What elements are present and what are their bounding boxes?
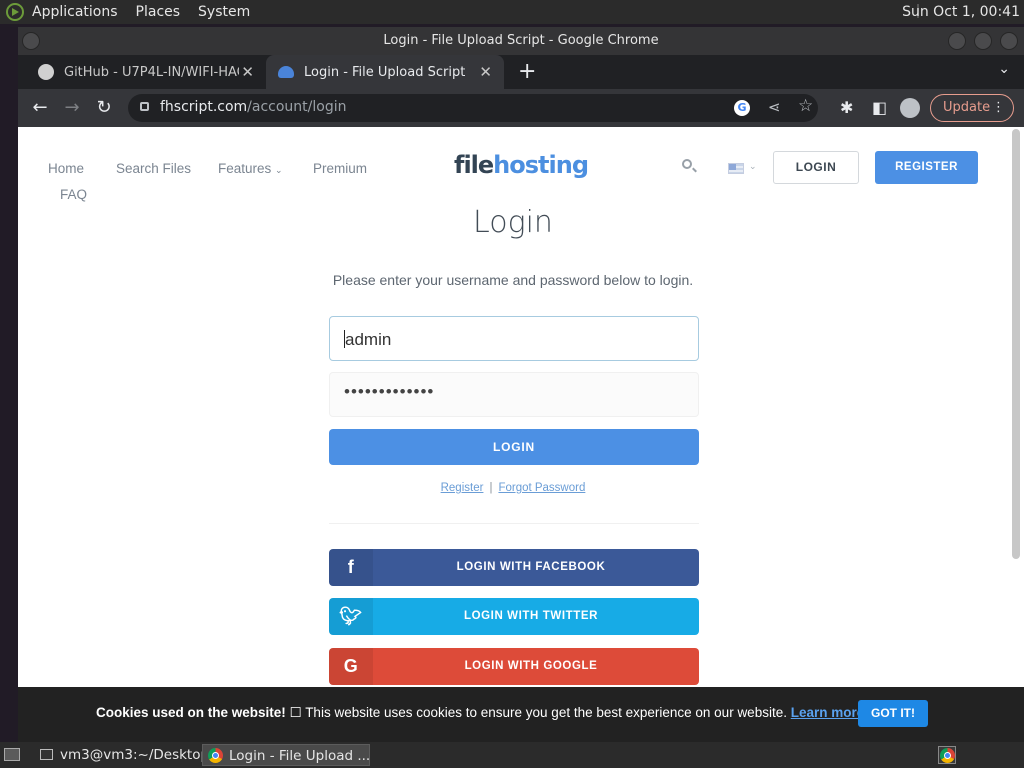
side-panel-icon[interactable]: ◧ [872, 98, 887, 117]
cookie-message: Cookies used on the website! ☐ This webs… [96, 705, 865, 720]
profile-avatar-icon[interactable] [900, 98, 920, 118]
twitter-bird-icon: 🐦︎ [329, 598, 373, 635]
menu-applications[interactable]: Applications [32, 4, 118, 20]
us-flag-icon[interactable] [728, 163, 744, 174]
tab-title: GitHub - U7P4L-IN/WIFI-HAC [64, 64, 239, 80]
extensions-puzzle-icon[interactable]: ✱ [840, 98, 853, 117]
tab-search-chevron-icon[interactable]: ⌄ [998, 61, 1010, 77]
close-window-button[interactable] [1000, 32, 1018, 50]
google-lens-icon[interactable]: G [734, 100, 750, 116]
nav-search-files[interactable]: Search Files [116, 161, 191, 176]
chrome-icon [208, 748, 223, 763]
close-tab-icon[interactable]: ✕ [241, 63, 254, 81]
chevron-down-icon: ⌄ [275, 165, 283, 175]
nav-features[interactable]: Features ⌄ [218, 161, 283, 176]
page-scrollbar[interactable] [1012, 129, 1020, 559]
cloud-icon [278, 66, 294, 78]
distro-logo-icon[interactable] [6, 3, 24, 21]
auth-links: Register | Forgot Password [440, 482, 586, 494]
tab-strip: GitHub - U7P4L-IN/WIFI-HAC ✕ Login - Fil… [18, 55, 1024, 89]
forward-arrow-icon[interactable]: → [60, 96, 84, 120]
google-icon: G [329, 648, 373, 685]
chrome-icon [940, 748, 955, 763]
tab-title: Login - File Upload Script [304, 64, 466, 80]
tab-login[interactable]: Login - File Upload Script ✕ [266, 55, 504, 89]
bookmark-star-icon[interactable]: ☆ [798, 96, 813, 116]
login-facebook-button[interactable]: f LOGIN WITH FACEBOOK [329, 549, 699, 586]
clock[interactable]: Sun Oct 1, 00:41 [902, 4, 1020, 20]
web-page: Home Search Files Features ⌄ Premium FAQ… [18, 127, 1024, 742]
window-menu-button[interactable] [22, 32, 40, 50]
header-login-button[interactable]: LOGIN [773, 151, 859, 184]
chevron-down-icon[interactable]: ⌄ [749, 162, 757, 172]
window-titlebar[interactable]: Login - File Upload Script - Google Chro… [18, 27, 1024, 55]
taskbar-terminal[interactable]: vm3@vm3:~/Desktop [34, 744, 209, 766]
login-google-button[interactable]: G LOGIN WITH GOOGLE [329, 648, 699, 685]
desktop: Applications Places System Sun Oct 1, 00… [0, 0, 1024, 768]
maximize-button[interactable] [974, 32, 992, 50]
github-icon [38, 64, 54, 80]
nav-home[interactable]: Home [48, 161, 84, 176]
browser-toolbar: ← → ↻ fhscript.com/account/login G ⋖ ☆ ✱… [18, 89, 1024, 127]
login-intro-text: Please enter your username and password … [332, 272, 694, 288]
close-tab-icon[interactable]: ✕ [479, 63, 492, 81]
divider [329, 523, 699, 524]
new-tab-button[interactable]: + [518, 59, 536, 84]
cookie-accept-button[interactable]: GOT IT! [858, 700, 928, 727]
site-logo[interactable]: filehosting [454, 151, 589, 179]
browser-window: Login - File Upload Script - Google Chro… [18, 27, 1024, 742]
facebook-icon: f [329, 549, 373, 586]
search-icon[interactable] [682, 159, 692, 169]
tab-github[interactable]: GitHub - U7P4L-IN/WIFI-HAC ✕ [18, 55, 266, 89]
menu-places[interactable]: Places [136, 4, 181, 20]
learn-more-link[interactable]: Learn more [791, 705, 865, 720]
login-submit-button[interactable]: LOGIN [329, 429, 699, 465]
window-title: Login - File Upload Script - Google Chro… [383, 33, 659, 48]
nav-premium[interactable]: Premium [313, 161, 367, 176]
password-input[interactable]: ••••••••••••• [329, 372, 699, 417]
address-bar[interactable]: fhscript.com/account/login G ⋖ ☆ [128, 94, 818, 122]
back-arrow-icon[interactable]: ← [28, 96, 52, 120]
taskbar-chrome[interactable]: Login - File Upload ... [202, 744, 370, 766]
tray-chrome-icon[interactable] [938, 746, 956, 764]
share-icon[interactable]: ⋖ [768, 98, 781, 116]
cookie-banner: Cookies used on the website! ☐ This webs… [18, 687, 1024, 742]
minimize-button[interactable] [948, 32, 966, 50]
lock-icon[interactable] [140, 102, 149, 111]
taskbar: vm3@vm3:~/Desktop Login - File Upload ..… [0, 742, 1024, 768]
top-panel: Applications Places System Sun Oct 1, 00… [0, 0, 1024, 24]
forgot-password-link[interactable]: Forgot Password [498, 482, 585, 494]
register-link[interactable]: Register [441, 482, 484, 494]
header-register-button[interactable]: REGISTER [875, 151, 978, 184]
page-title: Login [473, 205, 553, 240]
username-input[interactable]: admin [329, 316, 699, 361]
login-twitter-button[interactable]: 🐦︎ LOGIN WITH TWITTER [329, 598, 699, 635]
update-button[interactable]: Update ⋮ [930, 94, 1014, 122]
show-desktop-icon[interactable] [4, 748, 20, 761]
more-menu-icon[interactable]: ⋮ [992, 95, 1005, 121]
menu-system[interactable]: System [198, 4, 250, 20]
terminal-icon [40, 749, 53, 760]
reload-icon[interactable]: ↻ [92, 96, 116, 120]
nav-faq[interactable]: FAQ [60, 187, 87, 202]
url-text[interactable]: fhscript.com/account/login [160, 99, 346, 115]
